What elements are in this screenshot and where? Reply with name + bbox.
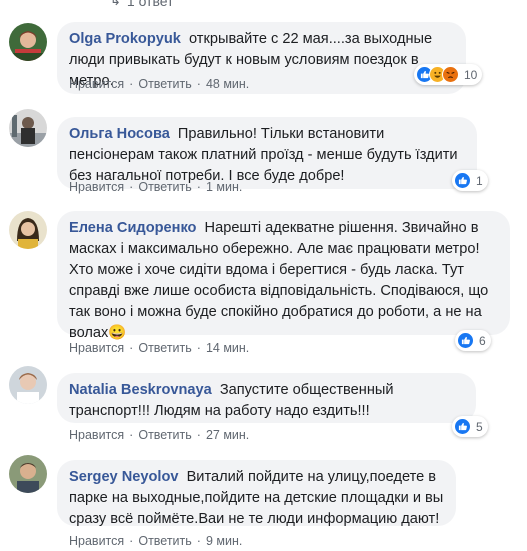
avatar[interactable] [9, 109, 47, 147]
like-icon [457, 332, 474, 349]
comment-actions: Нравится · Ответить · 1 мин. [69, 180, 242, 194]
separator: · [196, 341, 201, 355]
reply-link[interactable]: Ответить [138, 180, 191, 194]
reply-arrow-icon: ↳ [110, 0, 121, 8]
separator: · [129, 341, 134, 355]
comment-author[interactable]: Natalia Beskrovnaya [69, 382, 212, 398]
comment-actions: Нравится · Ответить · 27 мин. [69, 428, 249, 442]
comment-timestamp[interactable]: 14 мин. [206, 341, 249, 355]
comment-author[interactable]: Sergey Neyolov [69, 469, 179, 485]
reply-link[interactable]: Ответить [138, 428, 191, 442]
like-link[interactable]: Нравится [69, 534, 124, 548]
comment-author[interactable]: Olga Prokopyuk [69, 31, 181, 47]
separator: · [196, 77, 201, 91]
comment-actions: Нравится · Ответить · 48 мин. [69, 77, 249, 91]
separator: · [196, 534, 201, 548]
comment-bubble: Natalia Beskrovnaya Запустите общественн… [57, 373, 476, 423]
like-link[interactable]: Нравится [69, 180, 124, 194]
like-link[interactable]: Нравится [69, 77, 124, 91]
reaction-summary[interactable]: 1 [452, 170, 488, 191]
separator: · [129, 180, 134, 194]
comment-author[interactable]: Ольга Носова [69, 126, 170, 142]
replies-count-text: 1 ответ [126, 0, 174, 9]
reaction-count: 10 [464, 67, 478, 82]
separator: · [129, 428, 134, 442]
comment-timestamp[interactable]: 48 мин. [206, 77, 249, 91]
like-icon [454, 172, 471, 189]
reaction-count: 6 [479, 333, 486, 348]
reaction-summary[interactable]: 5 [452, 416, 488, 437]
reaction-count: 5 [476, 419, 483, 434]
angry-icon [442, 66, 459, 83]
avatar[interactable] [9, 366, 47, 404]
separator: · [196, 428, 201, 442]
reaction-summary[interactable]: 6 [455, 330, 491, 351]
view-replies-link[interactable]: ↳ 1 ответ [110, 0, 174, 9]
like-link[interactable]: Нравится [69, 341, 124, 355]
avatar[interactable] [9, 455, 47, 493]
grinning-emoji-icon: 😀 [108, 325, 127, 341]
avatar[interactable] [9, 211, 47, 249]
reply-link[interactable]: Ответить [138, 341, 191, 355]
comment-bubble: Елена Сидоренко Нарешті адекватне рішенн… [57, 211, 510, 341]
comment-timestamp[interactable]: 1 мин. [206, 180, 242, 194]
comment-timestamp[interactable]: 9 мин. [206, 534, 242, 548]
separator: · [129, 534, 134, 548]
like-link[interactable]: Нравится [69, 428, 124, 442]
separator: · [129, 77, 134, 91]
comment-bubble: Ольга Носова Правильно! Тільки встановит… [57, 117, 477, 189]
like-icon [454, 418, 471, 435]
comment-bubble: Sergey Neyolov Виталий пойдите на улицу,… [57, 460, 456, 527]
reaction-count: 1 [476, 173, 483, 188]
avatar[interactable] [9, 23, 47, 61]
reply-link[interactable]: Ответить [138, 534, 191, 548]
comment-author[interactable]: Елена Сидоренко [69, 220, 196, 236]
comment-actions: Нравится · Ответить · 14 мин. [69, 341, 249, 355]
comment-timestamp[interactable]: 27 мин. [206, 428, 249, 442]
reaction-summary[interactable]: 10 [414, 64, 483, 85]
reply-link[interactable]: Ответить [138, 77, 191, 91]
comment-text: Нарешті адекватне рішення. Звичайно в ма… [69, 220, 489, 341]
comment-actions: Нравится · Ответить · 9 мин. [69, 534, 242, 548]
separator: · [196, 180, 201, 194]
